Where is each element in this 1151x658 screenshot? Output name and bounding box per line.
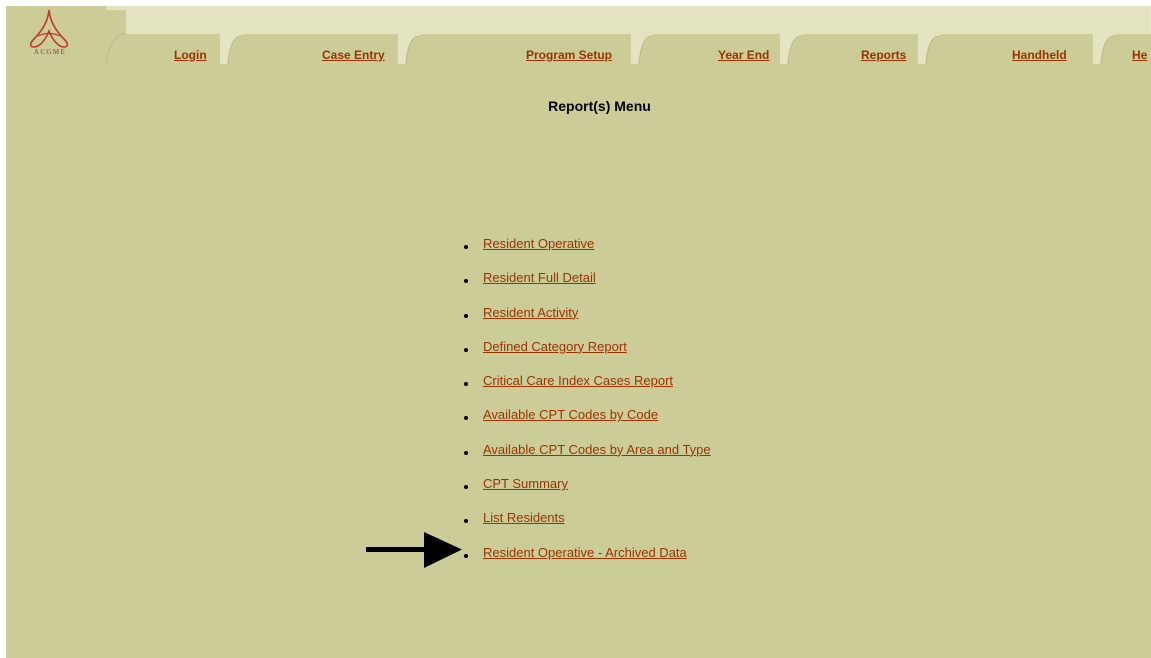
link-resident-full-detail[interactable]: Resident Full Detail — [483, 270, 596, 286]
bullet-icon — [464, 382, 468, 387]
tab-separator — [398, 34, 420, 64]
menu-item: Resident Activity — [464, 305, 711, 339]
tab-login[interactable]: Login — [174, 48, 207, 62]
arrow-right-icon — [366, 532, 462, 568]
report-menu: Resident Operative Resident Full Detail … — [464, 236, 711, 579]
link-critical-care-index-cases-report[interactable]: Critical Care Index Cases Report — [483, 373, 673, 389]
menu-item: Resident Operative — [464, 236, 711, 270]
tab-reports[interactable]: Reports — [861, 48, 906, 62]
link-resident-operative-archived-data[interactable]: Resident Operative - Archived Data — [483, 545, 687, 561]
page-frame: ACGME Login Case Entry Program Setup Yea… — [6, 6, 1151, 658]
menu-item: Available CPT Codes by Code — [464, 407, 711, 441]
tab-separator — [631, 34, 653, 64]
bullet-icon — [464, 347, 468, 352]
tab-start-curve — [90, 10, 126, 64]
menu-item: Available CPT Codes by Area and Type — [464, 442, 711, 476]
bullet-icon — [464, 245, 468, 249]
nav-tab-band: ACGME Login Case Entry Program Setup Yea… — [6, 6, 1151, 64]
tab-help[interactable]: He — [1132, 48, 1147, 62]
menu-item: Critical Care Index Cases Report — [464, 373, 711, 407]
tab-separator — [918, 34, 940, 64]
menu-item: Resident Full Detail — [464, 270, 711, 304]
tab-strip — [106, 34, 1151, 64]
link-cpt-summary[interactable]: CPT Summary — [483, 476, 568, 492]
tab-program-setup[interactable]: Program Setup — [526, 48, 612, 62]
bullet-icon — [464, 485, 468, 490]
link-list-residents[interactable]: List Residents — [483, 510, 565, 526]
logo-text: ACGME — [33, 48, 67, 56]
menu-item: CPT Summary — [464, 476, 711, 510]
tab-separator — [780, 34, 802, 64]
tab-year-end[interactable]: Year End — [718, 48, 769, 62]
tab-separator — [220, 34, 242, 64]
acgme-logo-icon — [29, 9, 69, 48]
link-resident-operative[interactable]: Resident Operative — [483, 236, 594, 252]
menu-item: Resident Operative - Archived Data — [464, 545, 711, 579]
menu-item: List Residents — [464, 510, 711, 544]
bullet-icon — [464, 450, 468, 455]
tab-case-entry[interactable]: Case Entry — [322, 48, 385, 62]
bullet-icon — [464, 519, 468, 524]
tab-handheld[interactable]: Handheld — [1012, 48, 1067, 62]
menu-item: Defined Category Report — [464, 339, 711, 373]
link-available-cpt-codes-by-area-and-type[interactable]: Available CPT Codes by Area and Type — [483, 442, 711, 458]
bullet-icon — [464, 553, 468, 558]
tab-band-texture — [6, 6, 1151, 36]
link-available-cpt-codes-by-code[interactable]: Available CPT Codes by Code — [483, 407, 658, 423]
page-title: Report(s) Menu — [548, 98, 651, 114]
bullet-icon — [464, 279, 468, 284]
link-defined-category-report[interactable]: Defined Category Report — [483, 339, 627, 355]
link-resident-activity[interactable]: Resident Activity — [483, 305, 578, 321]
bullet-icon — [464, 313, 468, 318]
bullet-icon — [464, 416, 468, 421]
tab-separator — [1093, 34, 1115, 64]
